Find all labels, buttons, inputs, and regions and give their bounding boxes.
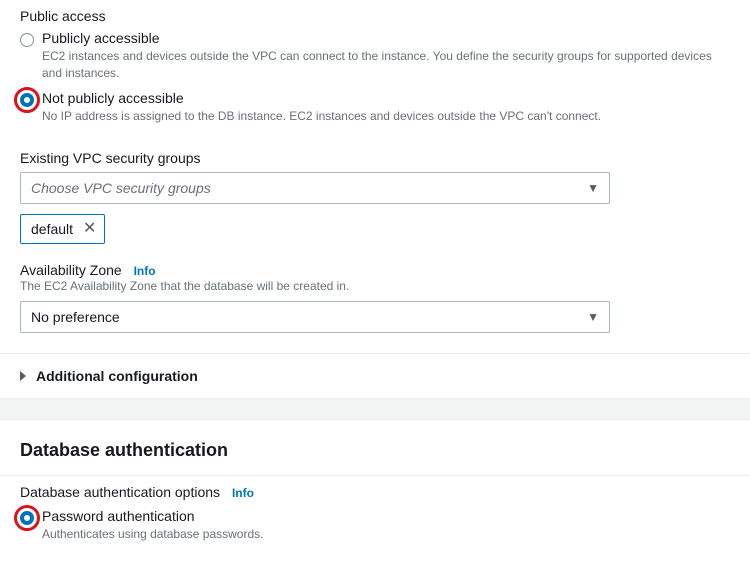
chevron-down-icon: ▼ <box>587 181 599 195</box>
vpc-sg-chip-default: default ✕ <box>20 214 105 244</box>
public-access-label: Public access <box>20 8 730 24</box>
radio-not-publicly-accessible[interactable] <box>20 93 34 107</box>
availability-zone-value: No preference <box>31 309 120 325</box>
vpc-security-groups-placeholder: Choose VPC security groups <box>31 180 211 196</box>
radio-password-auth[interactable] <box>20 511 34 525</box>
radio-not-publicly-accessible-desc: No IP address is assigned to the DB inst… <box>42 108 730 125</box>
radio-publicly-accessible-title: Publicly accessible <box>42 30 730 46</box>
radio-password-auth-desc: Authenticates using database passwords. <box>42 526 730 543</box>
radio-password-auth-row[interactable]: Password authentication Authenticates us… <box>20 508 730 543</box>
section-gap <box>0 398 750 420</box>
radio-publicly-accessible-row[interactable]: Publicly accessible EC2 instances and de… <box>20 30 730 82</box>
vpc-security-groups-label: Existing VPC security groups <box>20 150 730 166</box>
remove-chip-icon[interactable]: ✕ <box>83 221 96 237</box>
db-auth-options-label: Database authentication options <box>20 484 220 500</box>
chevron-down-icon: ▼ <box>587 310 599 324</box>
radio-not-publicly-accessible-title: Not publicly accessible <box>42 90 730 106</box>
caret-right-icon <box>20 371 26 381</box>
radio-password-auth-title: Password authentication <box>42 508 730 524</box>
availability-zone-info-link[interactable]: Info <box>134 264 156 278</box>
availability-zone-select[interactable]: No preference ▼ <box>20 301 610 333</box>
additional-configuration-label: Additional configuration <box>36 368 198 384</box>
availability-zone-label: Availability Zone <box>20 262 122 278</box>
vpc-security-groups-select[interactable]: Choose VPC security groups ▼ <box>20 172 610 204</box>
db-auth-info-link[interactable]: Info <box>232 486 254 500</box>
radio-publicly-accessible[interactable] <box>20 33 34 47</box>
vpc-sg-chip-label: default <box>31 221 73 237</box>
radio-not-publicly-accessible-row[interactable]: Not publicly accessible No IP address is… <box>20 90 730 125</box>
database-authentication-heading: Database authentication <box>0 420 750 475</box>
additional-configuration-toggle[interactable]: Additional configuration <box>0 354 750 398</box>
availability-zone-helper: The EC2 Availability Zone that the datab… <box>20 278 730 295</box>
radio-publicly-accessible-desc: EC2 instances and devices outside the VP… <box>42 48 730 82</box>
